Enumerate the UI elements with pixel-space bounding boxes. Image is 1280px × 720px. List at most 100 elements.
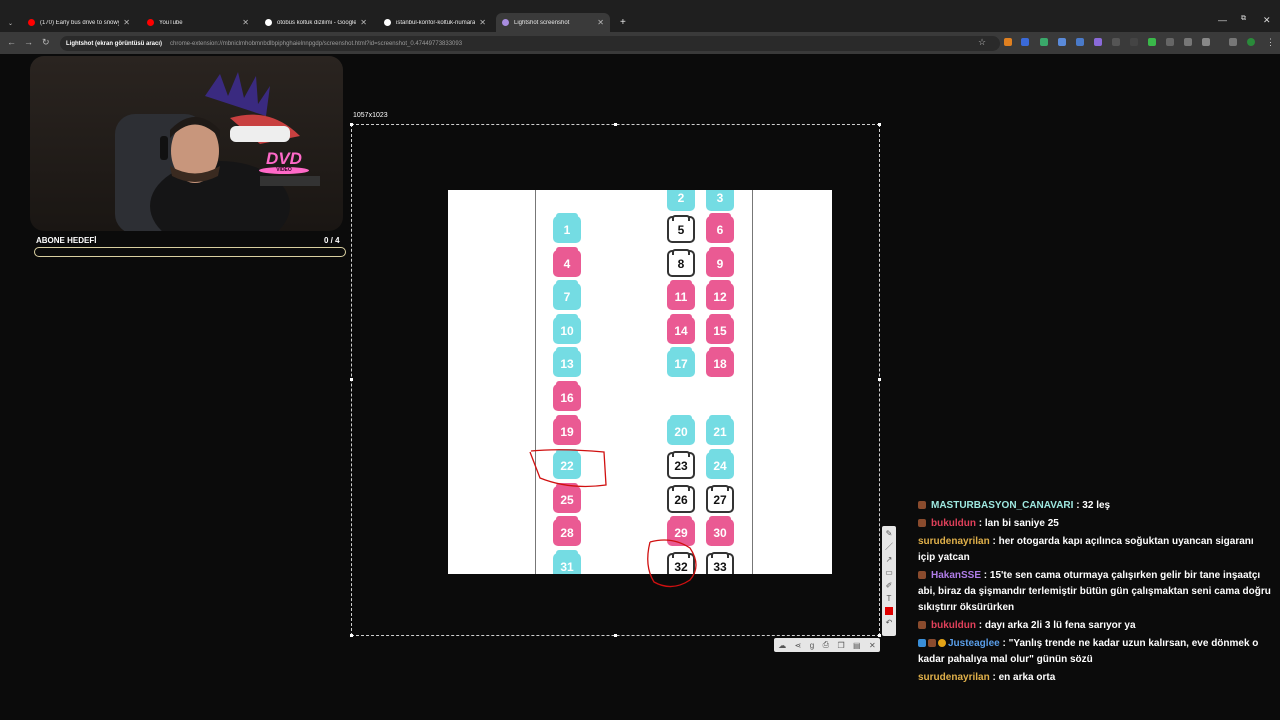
seat-7: 7 [553,280,581,310]
resize-handle[interactable] [878,378,881,381]
extension-icon[interactable] [1021,38,1029,46]
seat-33: 33 [706,552,734,574]
reload-icon[interactable]: ↻ [42,37,50,48]
menu-kebab-icon[interactable]: ⋮ [1266,37,1275,48]
close-icon[interactable]: ✕ [479,18,486,27]
close-icon[interactable]: ✕ [123,18,130,27]
seat-27: 27 [706,485,734,513]
site-chip[interactable]: Lightshot (ekran görüntüsü aracı) [66,41,162,47]
extension-icon[interactable] [1040,38,1048,46]
extension-icon[interactable] [1094,38,1102,46]
tab-youtube-video[interactable]: (170) Early bus drive to snowy · ✕ [22,13,136,32]
chat-message: surudenayrilan : her otogarda kapı açılı… [918,534,1273,566]
extension-icon[interactable] [1130,38,1138,46]
subscriber-goal-progress-bar [34,247,346,257]
tab-strip: ⌄ (170) Early bus drive to snowy · ✕ You… [0,0,1280,32]
resize-handle[interactable] [614,123,617,126]
close-window-icon[interactable]: ✕ [1263,15,1271,26]
seat-20: 20 [667,415,695,445]
dvd-logo: DVD VIDEO [256,150,312,176]
extension-icon[interactable] [1058,38,1066,46]
chat-message: bukuldun : lan bi saniye 25 [918,516,1273,532]
seat-4: 4 [553,247,581,277]
extension-icon[interactable] [1166,38,1174,46]
pen-icon[interactable]: ✎ [886,529,893,539]
extension-icon[interactable] [1004,38,1012,46]
lightshot-action-toolbar: ☁ ⋖ g ⎙ ❐ ▤ ✕ [774,638,880,652]
tab-google-search[interactable]: otobüs koltuk dizilimi - Google ✕ [259,13,373,32]
chat-username[interactable]: surudenayrilan [918,672,990,683]
webcam-feed: DVD VIDEO [30,56,343,231]
print-icon[interactable]: ⎙ [823,640,829,650]
chat-username[interactable]: HakanSSE [931,570,981,581]
lightshot-draw-toolbar: ✎ ／ ↗ ▭ ✐ T ↶ [882,526,896,636]
seat-23: 23 [667,451,695,479]
search-google-icon[interactable]: g [810,641,814,650]
marker-icon[interactable]: ✐ [886,581,893,591]
seat-8: 8 [667,249,695,277]
back-icon[interactable]: ← [7,37,16,47]
chat-badge-icon [938,639,946,648]
tab-search-button[interactable]: ⌄ [2,14,16,33]
poop-badge-icon [918,501,926,510]
share-icon[interactable]: ⋖ [795,641,802,650]
webcam-image [115,72,320,231]
extension-icon[interactable] [1076,38,1084,46]
restore-icon[interactable]: ⧉ [1241,15,1246,23]
address-bar[interactable]: Lightshot (ekran görüntüsü aracı) chrome… [60,36,1000,51]
resize-handle[interactable] [878,123,881,126]
seat-2: 2 [667,190,695,211]
tab-lightshot[interactable]: Lightshot screenshot ✕ [496,13,610,32]
seat-25: 25 [553,483,581,513]
seat-32: 32 [667,552,695,574]
chat-username[interactable]: surudenayrilan [918,536,990,547]
profile-avatar-icon[interactable] [1247,38,1255,46]
chat-text: : 32 leş [1073,500,1111,511]
arrow-icon[interactable]: ↗ [886,555,893,565]
color-picker[interactable] [885,607,893,615]
line-icon[interactable]: ／ [885,542,893,552]
chat-username[interactable]: bukuldun [931,620,976,631]
seat-30: 30 [706,516,734,546]
copy-icon[interactable]: ❐ [837,641,844,650]
extension-icon[interactable] [1229,38,1237,46]
youtube-icon [28,19,35,26]
close-icon[interactable]: ✕ [360,18,367,27]
chat-username[interactable]: bukuldun [931,518,976,529]
save-icon[interactable]: ▤ [853,641,861,650]
seat-21: 21 [706,415,734,445]
undo-icon[interactable]: ↶ [886,618,893,628]
close-icon[interactable]: ✕ [242,18,249,27]
selection-size-label: 1057x1023 [353,112,388,119]
subscriber-goal-label: ABONE HEDEFİ [36,236,97,245]
minimize-icon[interactable]: — [1218,15,1227,25]
resize-handle[interactable] [350,123,353,126]
seat-11: 11 [667,280,695,310]
upload-icon[interactable]: ☁ [778,641,786,650]
resize-handle[interactable] [614,634,617,637]
bookmark-star-icon[interactable]: ☆ [978,37,986,48]
resize-handle[interactable] [350,378,353,381]
text-icon[interactable]: T [887,594,892,604]
resize-handle[interactable] [350,634,353,637]
chat-message: Justeaglee : "Yanlış trende ne kadar uzu… [918,636,1273,668]
extension-icon[interactable] [1112,38,1120,46]
close-icon[interactable]: ✕ [597,18,604,27]
tab-youtube[interactable]: YouTube ✕ [141,13,255,32]
seat-6: 6 [706,213,734,243]
extension-icon[interactable] [1184,38,1192,46]
close-icon[interactable]: ✕ [869,641,876,650]
resize-handle[interactable] [878,634,881,637]
chat-badge-icon [918,639,926,648]
forward-icon[interactable]: → [24,37,33,47]
chat-username[interactable]: MASTURBASYON_CANAVARI [931,500,1073,511]
chat-username[interactable]: Justeaglee [948,638,1000,649]
tab-istanbul-konfor[interactable]: istanbul-konfor-koltuk-numara ✕ [378,13,492,32]
chat-message: bukuldun : dayı arka 2li 3 lü fena sarıy… [918,618,1273,634]
rectangle-icon[interactable]: ▭ [885,568,893,578]
extension-icon[interactable] [1148,38,1156,46]
chat-text: : lan bi saniye 25 [976,518,1059,529]
seat-31: 31 [553,550,581,574]
extensions-puzzle-icon[interactable] [1202,38,1210,46]
new-tab-button[interactable]: + [614,13,632,32]
